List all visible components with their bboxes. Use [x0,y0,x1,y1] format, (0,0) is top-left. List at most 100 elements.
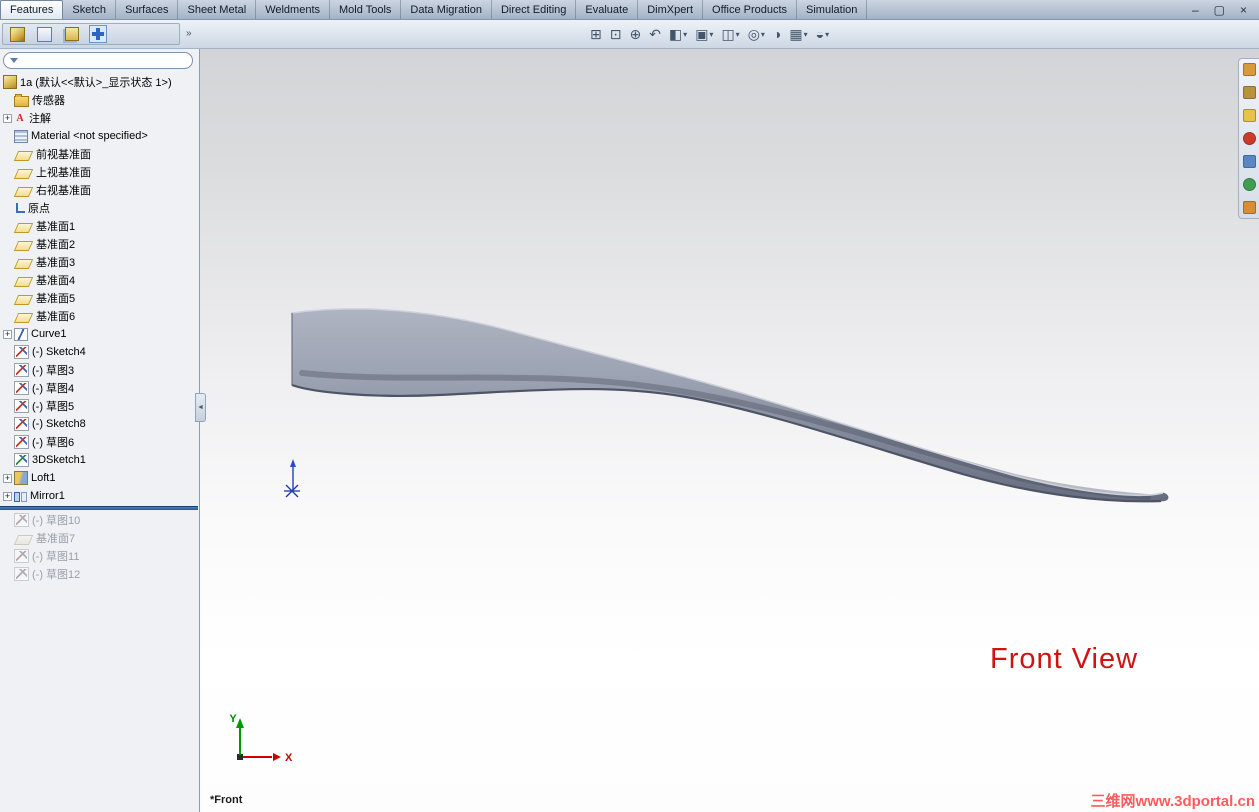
tree-item-label: 右视基准面 [36,185,91,197]
tab-sketch[interactable]: Sketch [63,0,117,19]
tree-item[interactable]: (-) Sketch4 [0,343,198,361]
zoom-area-button[interactable]: ⊡ [606,26,626,42]
plane-icon [13,294,34,305]
display-style-button[interactable]: ◫ ▾ [717,26,743,42]
tree-item[interactable]: 基准面6 [0,307,198,325]
tree-item-label: 3DSketch1 [32,454,86,466]
taskpane-view-palette-icon[interactable] [1242,155,1256,168]
panel-collapse-handle[interactable]: ◄ [195,393,206,422]
tree-item[interactable]: (-) 草图10 [0,511,198,529]
loft-surface-model[interactable] [291,308,1169,503]
tree-item[interactable]: 基准面7 [0,529,198,547]
tree-item-label: (-) 草图6 [32,437,75,449]
hide-show-items-button[interactable]: ◎ ▾ [744,26,769,42]
tree-item[interactable]: + Loft1 [0,469,198,487]
coordinate-system-marker [284,459,300,498]
mirror-icon [14,490,27,502]
tab-direct-editing[interactable]: Direct Editing [492,0,577,19]
zoom-in-out-button[interactable]: ⊕ [625,26,645,42]
sketch-icon [14,435,29,449]
minimize-icon[interactable]: – [1192,3,1199,17]
tab-data-migration[interactable]: Data Migration [401,0,492,19]
tree-item[interactable]: 基准面1 [0,217,198,235]
tab-simulation[interactable]: Simulation [797,0,868,19]
expand-toggle-icon[interactable]: + [3,491,12,501]
tree-item[interactable]: (-) 草图5 [0,397,198,415]
plane-icon [13,534,34,545]
tab-office-products[interactable]: Office Products [703,0,798,19]
tree-item[interactable]: 1a (默认<<默认>_显示状态 1>) [0,73,198,91]
expand-toggle-icon[interactable]: + [3,329,12,339]
apply-scene-button[interactable]: ▦ ▾ [785,26,811,42]
tree-item-label: (-) Sketch4 [32,346,86,358]
panel-tabs-overflow[interactable]: » [186,28,192,39]
feature-manager-tab-bar [2,23,180,45]
tree-item[interactable]: 基准面5 [0,289,198,307]
expand-toggle-icon[interactable]: + [3,473,12,483]
tab-evaluate[interactable]: Evaluate [576,0,639,19]
taskpane-custom-properties-icon[interactable] [1242,201,1256,214]
tree-item[interactable]: 3DSketch1 [0,451,198,469]
featuremanager-tab-button[interactable] [8,25,26,43]
rollback-bar[interactable] [0,506,198,510]
tree-item-label: 基准面2 [36,239,76,251]
tree-item[interactable]: Material <not specified> [0,127,198,145]
tree-item[interactable]: (-) 草图6 [0,433,198,451]
taskpane-design-library-icon[interactable] [1242,86,1256,99]
tree-item-label: 基准面6 [36,311,76,323]
dimxpertmanager-tab-button[interactable] [89,25,107,43]
annotations-icon [14,112,26,125]
taskpane-home-icon[interactable] [1242,63,1256,76]
tree-item[interactable]: 原点 [0,199,198,217]
tree-item[interactable]: + Curve1 [0,325,198,343]
section-view-button[interactable]: ◧ ▾ [665,26,691,42]
expand-toggle-icon[interactable]: + [3,113,12,123]
tree-item[interactable]: 基准面4 [0,271,198,289]
zoom-to-fit-button[interactable]: ⊞ [586,26,606,42]
view-orientation-button[interactable]: ▣ ▾ [691,26,717,42]
tree-item[interactable]: 传感器 [0,91,198,109]
previous-view-button[interactable]: ↶ [645,26,665,42]
tree-item[interactable]: 基准面3 [0,253,198,271]
propertymanager-tab-button[interactable] [35,25,53,43]
edit-appearance-button[interactable]: ◑ [769,26,785,42]
tree-item[interactable]: 前视基准面 [0,145,198,163]
viewport[interactable]: Y X Front View *Front 三维网www.3dportal.cn [200,49,1259,812]
tab-surfaces[interactable]: Surfaces [116,0,179,19]
tab-dimxpert[interactable]: DimXpert [638,0,704,19]
close-icon[interactable]: × [1240,3,1247,17]
dropdown-caret-icon: ▾ [825,29,830,39]
tab-mold-tools[interactable]: Mold Tools [330,0,402,19]
view-orientation-icon: ▣ [695,26,709,42]
taskpane-file-explorer-icon[interactable] [1242,109,1256,122]
tree-item[interactable]: 右视基准面 [0,181,198,199]
taskpane-appearances-icon[interactable] [1242,178,1256,191]
sketch-icon [14,417,29,431]
tree-item[interactable]: 上视基准面 [0,163,198,181]
tree-item[interactable]: (-) 草图12 [0,565,198,583]
tab-sheet-metal[interactable]: Sheet Metal [178,0,257,19]
restore-icon[interactable]: ▢ [1214,3,1225,17]
featuremanager-tab-icon [9,26,25,42]
tab-weldments[interactable]: Weldments [256,0,331,19]
tree-item[interactable]: 基准面2 [0,235,198,253]
tree-item[interactable]: (-) 草图4 [0,379,198,397]
tree-item-label: (-) Sketch8 [32,418,86,430]
tree-item[interactable]: + 注解 [0,109,198,127]
tree-item-label: 注解 [29,113,51,125]
taskpane-search-icon[interactable] [1242,132,1256,145]
tree-item[interactable]: (-) 草图11 [0,547,198,565]
tree-item[interactable]: (-) 草图3 [0,361,198,379]
toolbar-row: » ⊞ ⊡ ⊕ ↶ ◧ ▾ ▣ ▾ ◫ ▾ ◎ ▾ ◑ ▦ ▾ ◒ ▾ [0,20,1259,49]
tree-item[interactable]: (-) Sketch8 [0,415,198,433]
tree-filter-input[interactable] [22,54,186,67]
tree-item[interactable]: + Mirror1 [0,487,198,505]
view-settings-button[interactable]: ◒ ▾ [812,26,833,42]
tab-features[interactable]: Features [0,0,64,19]
tree-item-label: 基准面7 [36,533,76,545]
configurationmanager-tab-button[interactable] [62,25,80,43]
